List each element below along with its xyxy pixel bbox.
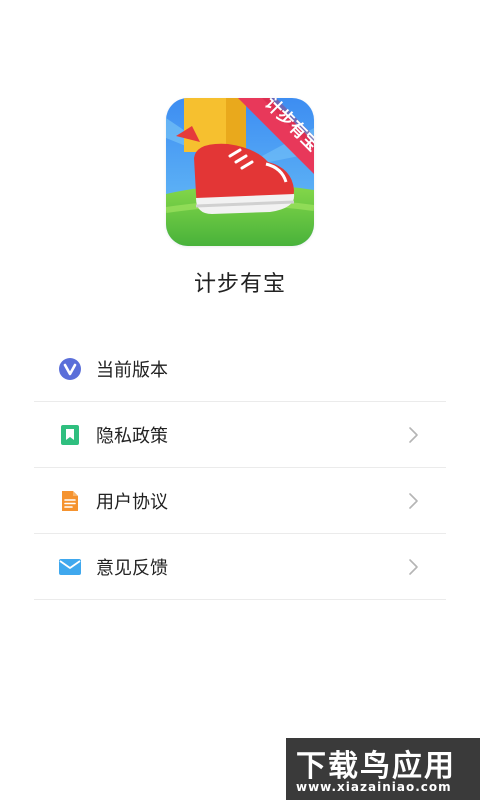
app-icon: 计步有宝 (166, 98, 314, 246)
document-icon (58, 489, 82, 513)
app-name: 计步有宝 (193, 272, 286, 297)
chevron-right-icon (404, 492, 422, 510)
menu-item-privacy-policy[interactable]: 隐私政策 (34, 402, 446, 468)
chevron-right-icon (404, 558, 422, 576)
version-v-icon (58, 357, 82, 381)
menu-item-feedback[interactable]: 意见反馈 (34, 534, 446, 600)
bookmark-icon (58, 423, 82, 447)
menu-item-label: 意见反馈 (96, 557, 168, 579)
menu-item-label: 隐私政策 (96, 425, 168, 447)
menu-item-user-agreement[interactable]: 用户协议 (34, 468, 446, 534)
menu-item-label: 当前版本 (96, 359, 168, 381)
site-watermark: 下载鸟应用 www.xiazainiao.com (286, 738, 480, 800)
settings-menu: 当前版本 隐私政策 用户协议 意见反馈 (34, 336, 446, 600)
mail-icon (58, 555, 82, 579)
chevron-right-icon (404, 426, 422, 444)
watermark-url: www.xiazainiao.com (296, 780, 452, 794)
watermark-title: 下载鸟应用 (296, 749, 456, 784)
menu-item-current-version[interactable]: 当前版本 (34, 336, 446, 402)
menu-item-label: 用户协议 (96, 491, 168, 513)
